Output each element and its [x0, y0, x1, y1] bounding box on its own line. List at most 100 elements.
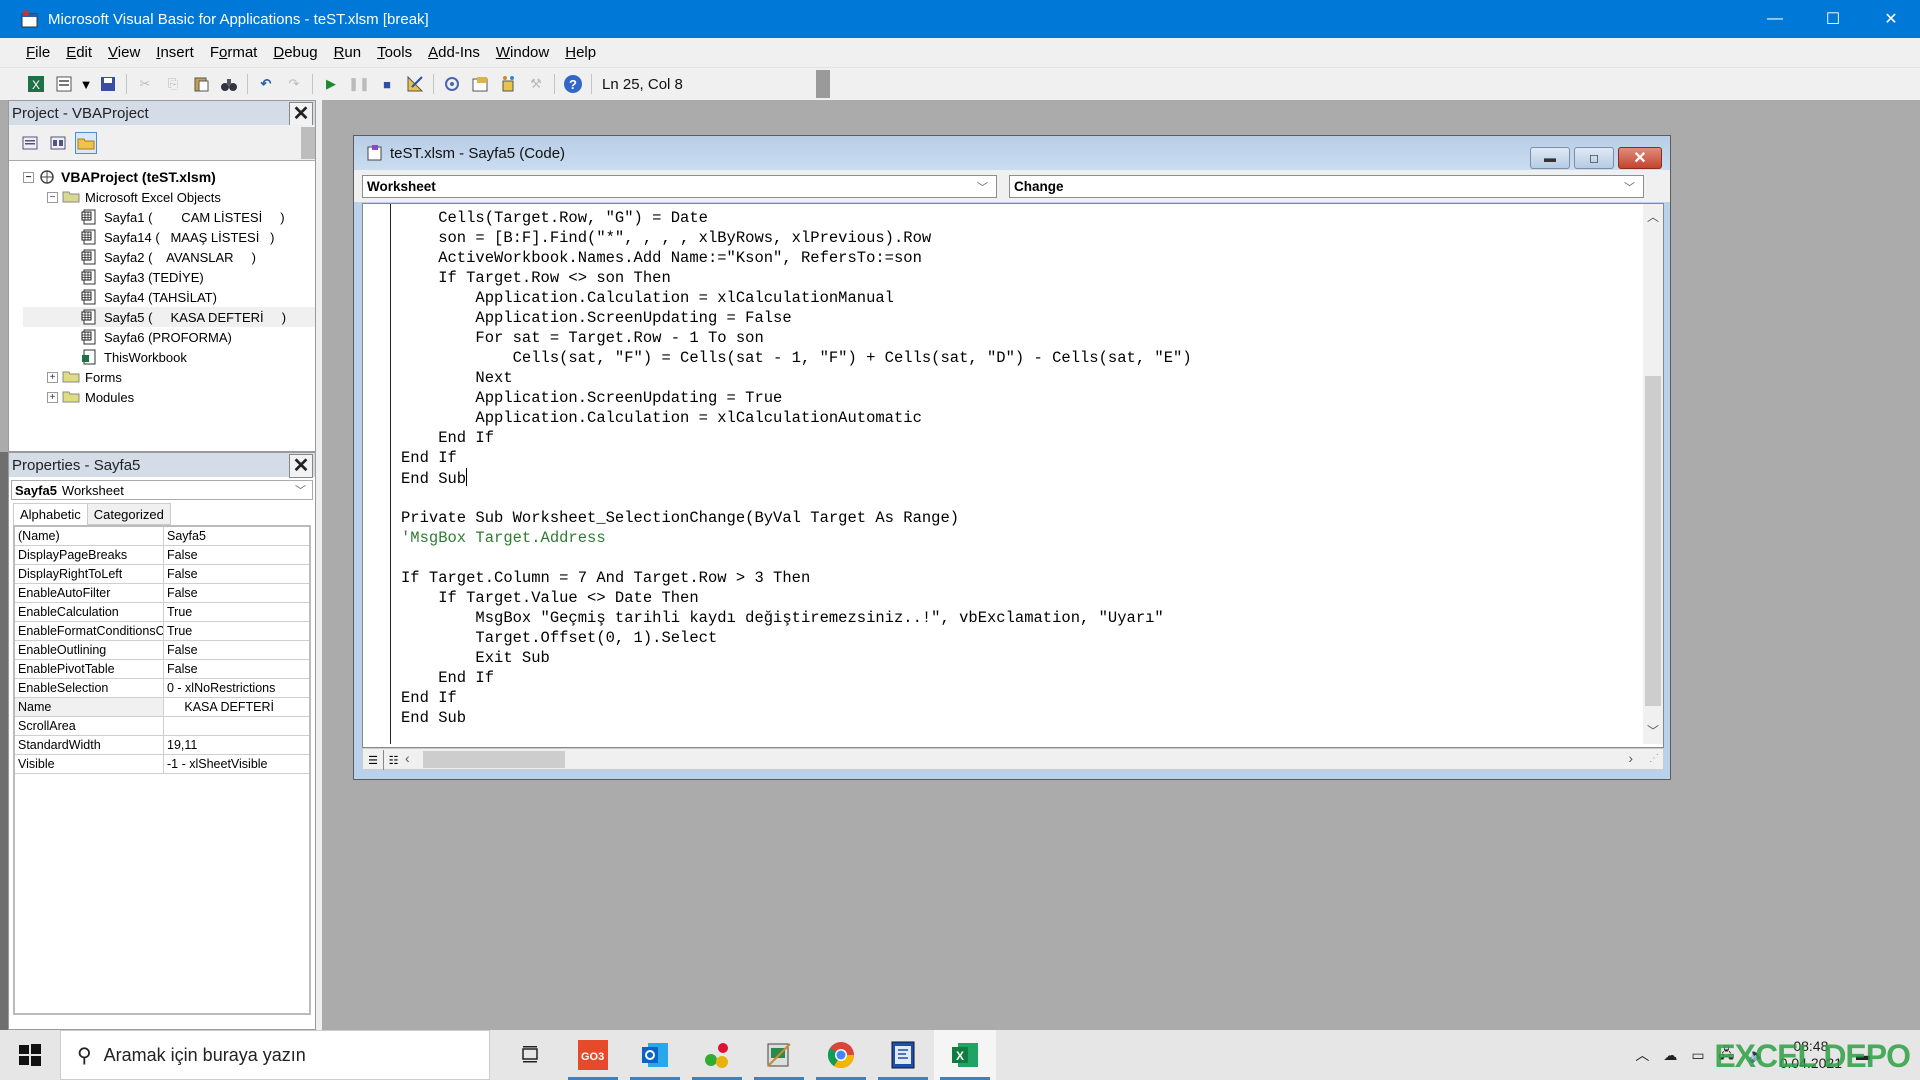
object-browser-icon[interactable] — [497, 73, 519, 95]
collapse-icon[interactable]: − — [47, 191, 58, 203]
undo-icon[interactable]: ↶ — [255, 73, 277, 95]
dropdown-arrow-icon[interactable]: ▼ — [80, 73, 93, 95]
collapse-icon[interactable]: − — [23, 171, 34, 183]
toolbar-options-handle[interactable] — [816, 70, 830, 98]
panel-splitter[interactable] — [316, 100, 322, 1030]
scroll-up-icon[interactable]: ︿ — [1643, 208, 1663, 226]
tree-folder-modules[interactable]: + Modules — [23, 387, 315, 407]
menu-run[interactable]: Run — [326, 44, 370, 61]
toolbox-icon[interactable]: ⚒ — [525, 73, 547, 95]
object-selector[interactable]: Sayfa5 Worksheet ﹀ — [11, 480, 313, 500]
toggle-folders-icon[interactable] — [75, 131, 97, 154]
property-row[interactable]: EnableSelection 0 - xlNoRestrictions — [15, 679, 309, 698]
property-row[interactable]: Name KASA DEFTERİ — [15, 698, 309, 717]
vertical-scroll-thumb[interactable] — [1645, 376, 1661, 706]
excel-icon[interactable]: X — [934, 1030, 996, 1080]
code-line[interactable] — [401, 548, 1192, 568]
cut-icon[interactable]: ✂ — [134, 73, 156, 95]
design-mode-icon[interactable] — [404, 73, 426, 95]
property-row[interactable]: EnableOutlining False — [15, 641, 309, 660]
menu-help[interactable]: Help — [557, 44, 604, 61]
code-line[interactable]: End Sub — [401, 708, 1192, 728]
property-row[interactable]: DisplayRightToLeft False — [15, 565, 309, 584]
scroll-down-icon[interactable]: ﹀ — [1643, 722, 1663, 740]
tree-item[interactable]: ThisWorkbook — [23, 347, 315, 367]
tool-app-icon[interactable] — [748, 1030, 810, 1080]
menu-insert[interactable]: Insert — [148, 44, 202, 61]
outlook-icon[interactable] — [624, 1030, 686, 1080]
code-line[interactable]: son = [B:F].Find("*", , , , xlByRows, xl… — [401, 228, 1192, 248]
reset-icon[interactable]: ■ — [376, 73, 398, 95]
break-icon[interactable]: ❚❚ — [348, 73, 370, 95]
scroll-left-icon[interactable]: ‹ — [405, 750, 410, 766]
view-object-icon[interactable] — [47, 132, 69, 154]
scroll-right-icon[interactable]: › — [1628, 750, 1633, 766]
code-line[interactable]: Cells(Target.Row, "G") = Date — [401, 208, 1192, 228]
property-row[interactable]: DisplayPageBreaks False — [15, 546, 309, 565]
project-toolbar-scroll[interactable] — [301, 127, 315, 159]
view-excel-icon[interactable]: X — [25, 73, 47, 95]
property-value[interactable]: 0 - xlNoRestrictions — [164, 679, 309, 697]
procedure-combo[interactable]: Change ﹀ — [1009, 174, 1644, 198]
code-line[interactable]: MsgBox "Geçmiş tarihli kaydı değiştireme… — [401, 608, 1192, 628]
code-line[interactable]: Application.Calculation = xlCalculationM… — [401, 288, 1192, 308]
property-row[interactable]: StandardWidth 19,11 — [15, 736, 309, 755]
resize-grip-icon[interactable]: ⋰ — [1649, 753, 1659, 764]
code-line[interactable]: Application.ScreenUpdating = True — [401, 388, 1192, 408]
onedrive-icon[interactable]: ☁ — [1663, 1047, 1677, 1064]
menu-file[interactable]: File — [18, 44, 58, 61]
code-line[interactable]: Exit Sub — [401, 648, 1192, 668]
code-line[interactable]: ActiveWorkbook.Names.Add Name:="Kson", R… — [401, 248, 1192, 268]
property-value[interactable]: -1 - xlSheetVisible — [164, 755, 309, 773]
property-row[interactable]: Visible -1 - xlSheetVisible — [15, 755, 309, 774]
property-row[interactable]: ScrollArea — [15, 717, 309, 736]
property-value[interactable]: False — [164, 584, 309, 602]
code-editor[interactable]: Cells(Target.Row, "G") = Date son = [B:F… — [362, 203, 1664, 748]
property-value[interactable]: True — [164, 603, 309, 621]
code-window-minimize-button[interactable]: ▬ — [1530, 147, 1570, 169]
menu-window[interactable]: Window — [488, 44, 557, 61]
menu-edit[interactable]: Edit — [58, 44, 100, 61]
code-line[interactable]: If Target.Value <> Date Then — [401, 588, 1192, 608]
property-value[interactable]: False — [164, 546, 309, 564]
find-icon[interactable] — [218, 73, 240, 95]
tree-folder-excel-objects[interactable]: − Microsoft Excel Objects — [23, 187, 315, 207]
property-value[interactable]: False — [164, 641, 309, 659]
close-button[interactable]: ✕ — [1862, 0, 1920, 38]
app-balls-icon[interactable] — [686, 1030, 748, 1080]
taskbar-search-box[interactable]: ⚲ Aramak için buraya yazın — [60, 1030, 490, 1080]
tree-item[interactable]: Sayfa1 ( CAM LİSTESİ ) — [23, 207, 315, 227]
menu-addins[interactable]: Add-Ins — [420, 44, 488, 61]
horizontal-scroll-thumb[interactable] — [423, 751, 565, 768]
code-line[interactable]: Private Sub Worksheet_SelectionChange(By… — [401, 508, 1192, 528]
run-icon[interactable]: ▶ — [320, 73, 342, 95]
property-value[interactable]: KASA DEFTERİ — [164, 698, 309, 716]
tree-item[interactable]: Sayfa5 ( KASA DEFTERİ ) — [23, 307, 315, 327]
project-explorer-icon[interactable] — [441, 73, 463, 95]
full-module-view-icon[interactable]: ☷ — [383, 750, 403, 770]
code-line[interactable]: End If — [401, 668, 1192, 688]
tree-root-vbaproject[interactable]: − VBAProject (teST.xlsm) — [23, 167, 315, 187]
start-button[interactable] — [0, 1030, 60, 1080]
procedure-view-icon[interactable]: ☰ — [363, 750, 383, 770]
properties-panel-close-button[interactable]: ✕ — [289, 454, 313, 478]
vba-editor-icon[interactable] — [872, 1030, 934, 1080]
chevron-up-icon[interactable]: ︿ — [1635, 1045, 1649, 1065]
project-panel-close-button[interactable]: ✕ — [289, 102, 313, 126]
property-value[interactable]: False — [164, 660, 309, 678]
code-line[interactable]: End Sub — [401, 468, 1192, 488]
object-combo[interactable]: Worksheet ﹀ — [362, 174, 997, 198]
chrome-icon[interactable] — [810, 1030, 872, 1080]
minimize-button[interactable]: — — [1746, 0, 1804, 38]
code-line[interactable]: If Target.Row <> son Then — [401, 268, 1192, 288]
tab-alphabetic[interactable]: Alphabetic — [13, 503, 88, 525]
tree-item[interactable]: Sayfa2 ( AVANSLAR ) — [23, 247, 315, 267]
menu-view[interactable]: View — [100, 44, 148, 61]
battery-icon[interactable]: ▭ — [1691, 1047, 1704, 1064]
task-view-icon[interactable] — [500, 1030, 562, 1080]
code-line[interactable]: Next — [401, 368, 1192, 388]
insert-userform-icon[interactable] — [53, 73, 75, 95]
code-line[interactable]: End If — [401, 688, 1192, 708]
vertical-scrollbar[interactable]: ︿ ﹀ — [1643, 204, 1663, 744]
code-comment-line[interactable]: 'MsgBox Target.Address — [401, 528, 1192, 548]
